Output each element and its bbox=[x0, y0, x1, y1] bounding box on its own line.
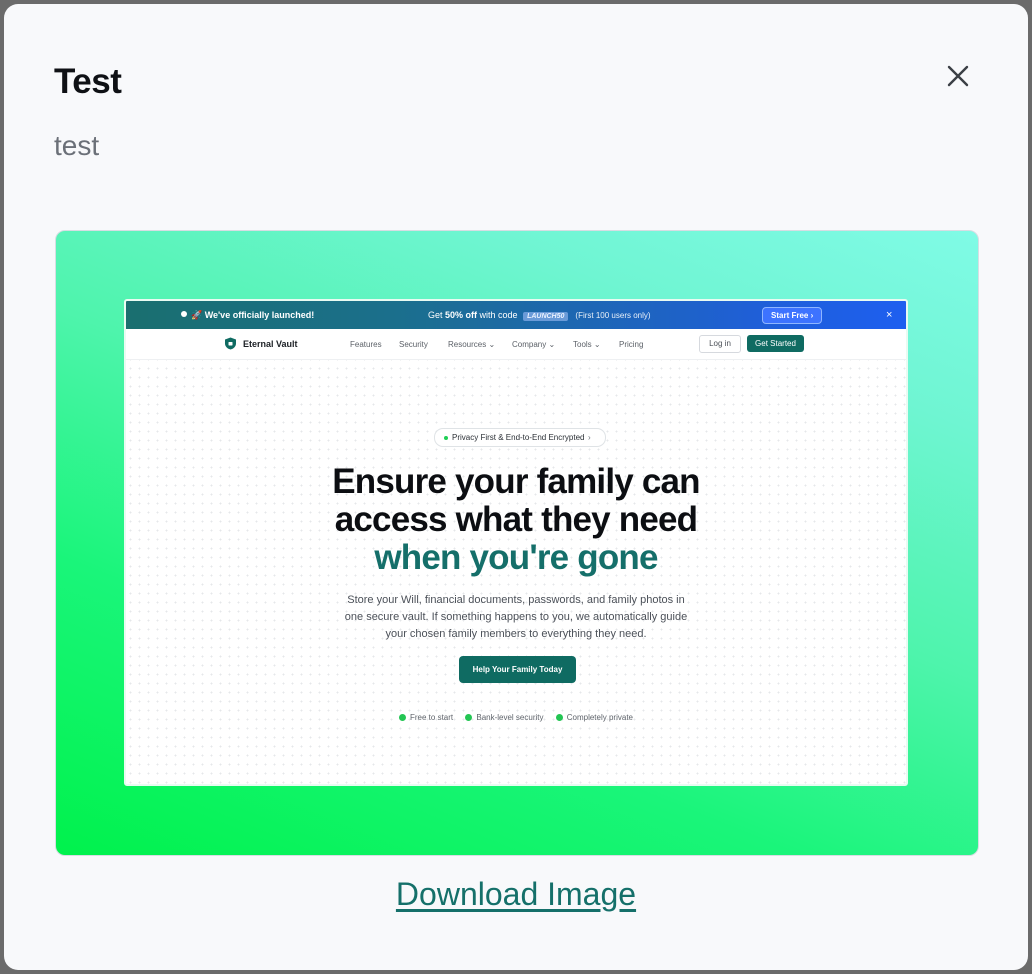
close-icon bbox=[947, 65, 969, 87]
nav-link-resources[interactable]: Resources ⌄ bbox=[448, 340, 495, 349]
hero-headline: Ensure your family can access what they … bbox=[126, 463, 906, 577]
promo-offer-suffix: (First 100 users only) bbox=[575, 311, 651, 320]
feature-item: Bank-level security bbox=[465, 713, 544, 722]
hero-line-3: when you're gone bbox=[374, 538, 658, 577]
description-line-3: your chosen family members to everything… bbox=[385, 628, 647, 640]
nav-link-tools[interactable]: Tools ⌄ bbox=[573, 340, 601, 349]
login-button[interactable]: Log in bbox=[699, 335, 741, 353]
promo-offer: Get 50% off with code LAUNCH50 (First 100… bbox=[428, 310, 651, 321]
chevron-down-icon: ⌄ bbox=[593, 340, 601, 349]
check-circle-icon bbox=[555, 714, 563, 721]
feature-label: Completely private bbox=[566, 713, 633, 722]
website-screenshot: 🚀 We've officially launched! Get 50% off… bbox=[124, 299, 908, 786]
feature-list: Free to start Bank-level security Comple… bbox=[126, 713, 906, 722]
status-dot-icon bbox=[181, 311, 187, 317]
get-started-button[interactable]: Get Started bbox=[747, 335, 804, 352]
nav-link-security[interactable]: Security bbox=[399, 340, 428, 349]
start-free-button[interactable]: Start Free › bbox=[762, 307, 823, 324]
feature-label: Free to start bbox=[410, 713, 454, 722]
download-image-link[interactable]: Download Image bbox=[0, 876, 1032, 913]
promo-banner: 🚀 We've officially launched! Get 50% off… bbox=[126, 301, 906, 329]
hero-line-1: Ensure your family can bbox=[332, 462, 700, 501]
nav-link-resources-label: Resources bbox=[448, 340, 487, 349]
promo-close-icon[interactable]: × bbox=[886, 309, 892, 321]
help-family-button[interactable]: Help Your Family Today bbox=[459, 656, 576, 683]
description-line-2: one secure vault. If something happens t… bbox=[344, 611, 688, 623]
shield-logo-icon bbox=[225, 337, 236, 350]
brand-name: Eternal Vault bbox=[243, 339, 298, 349]
chevron-down-icon: ⌄ bbox=[548, 340, 556, 349]
start-free-label: Start Free bbox=[771, 311, 809, 320]
check-circle-icon bbox=[399, 714, 406, 721]
chevron-right-icon: › bbox=[810, 311, 814, 320]
nav-link-features[interactable]: Features bbox=[350, 340, 382, 349]
promo-offer-bold: 50% off bbox=[445, 310, 478, 320]
chevron-down-icon: ⌄ bbox=[488, 340, 496, 349]
promo-offer-prefix: Get bbox=[428, 310, 446, 320]
close-button[interactable] bbox=[942, 60, 974, 92]
nav-link-company[interactable]: Company ⌄ bbox=[512, 340, 555, 349]
modal-subtitle: test bbox=[54, 130, 100, 161]
nav-link-company-label: Company bbox=[512, 340, 547, 349]
feature-item: Completely private bbox=[555, 713, 633, 722]
image-preview: 🚀 We've officially launched! Get 50% off… bbox=[55, 230, 979, 856]
hero-line-2: access what they need bbox=[334, 500, 698, 539]
hero-description: Store your Will, financial documents, pa… bbox=[126, 592, 906, 643]
nav-link-tools-label: Tools bbox=[573, 340, 592, 349]
modal-title: Test bbox=[54, 62, 122, 101]
privacy-badge-text: Privacy First & End-to-End Encrypted bbox=[452, 433, 585, 442]
promo-code: LAUNCH50 bbox=[523, 312, 569, 321]
green-dot-icon bbox=[444, 436, 448, 440]
check-circle-icon bbox=[465, 714, 473, 721]
site-nav: Eternal Vault Features Security Resource… bbox=[126, 329, 906, 360]
modal-dialog: Test test 🚀 We've officially launched! G… bbox=[4, 4, 1028, 970]
description-line-1: Store your Will, financial documents, pa… bbox=[347, 594, 685, 606]
privacy-badge[interactable]: Privacy First & End-to-End Encrypted › bbox=[434, 428, 606, 447]
promo-launch-text: 🚀 We've officially launched! bbox=[191, 310, 315, 320]
feature-item: Free to start bbox=[399, 713, 453, 722]
nav-link-pricing[interactable]: Pricing bbox=[619, 340, 643, 349]
chevron-right-icon: › bbox=[588, 433, 591, 442]
promo-offer-middle: with code bbox=[477, 310, 521, 320]
feature-label: Bank-level security bbox=[476, 713, 544, 722]
